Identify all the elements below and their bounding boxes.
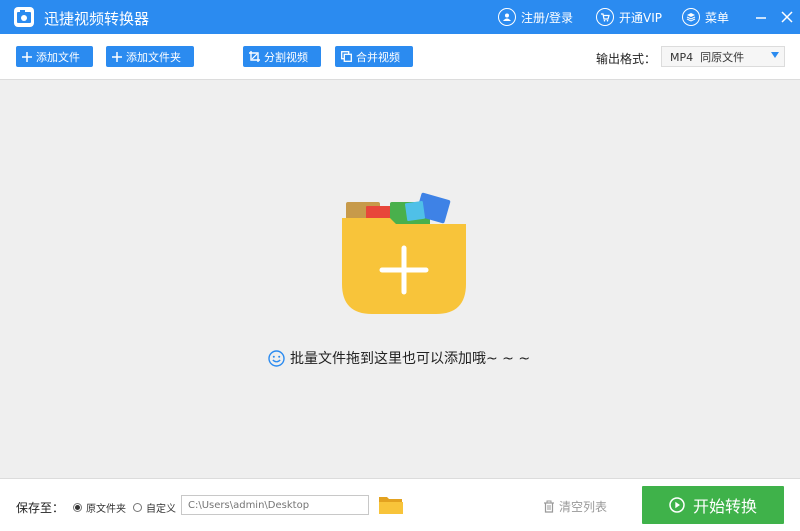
merge-video-button[interactable]: 合并视频 [335,46,413,67]
browse-folder-icon[interactable] [378,494,404,516]
output-format-value: MP4 同原文件 [670,50,745,64]
toolbar: 添加文件 添加文件夹 分割视频 合并视频 输出格式： MP4 同原文件 [0,34,800,80]
plus-icon [112,51,122,62]
save-path-input[interactable] [181,495,369,515]
radio-original-folder[interactable]: 原文件夹 [73,500,126,515]
radio-custom-label: 自定义 [146,504,176,515]
vip-label: 开通VIP [619,10,662,25]
smile-icon [268,349,285,367]
vip-button[interactable]: 开通VIP [596,6,662,28]
output-format-select[interactable]: MP4 同原文件 [661,46,785,67]
register-login-label: 注册/登录 [521,10,574,25]
merge-video-label: 合并视频 [356,50,400,64]
add-file-label: 添加文件 [36,50,80,64]
app-title: 迅捷视频转换器 [44,10,150,28]
drop-hint: 批量文件拖到这里也可以添加哦~ ~ ~ [268,348,530,368]
add-folder-label: 添加文件夹 [126,50,181,64]
radio-unselected-icon [133,503,142,512]
add-file-button[interactable]: 添加文件 [16,46,93,67]
output-format-label: 输出格式： [596,52,657,66]
menu-label: 菜单 [705,10,730,25]
cart-icon [596,8,614,26]
plus-icon [22,51,32,62]
radio-selected-icon [73,503,82,512]
bottom-bar: 保存至： 原文件夹 自定义 清空列表 开始转换 [0,478,800,531]
app-logo-icon [14,7,34,27]
title-bar: 迅捷视频转换器 注册/登录 开通VIP 菜单 [0,0,800,34]
clear-list-label: 清空列表 [559,500,608,514]
split-video-button[interactable]: 分割视频 [243,46,321,67]
close-icon [781,11,793,23]
user-icon [498,8,516,26]
close-button[interactable] [776,6,798,28]
save-to-label: 保存至： [16,501,65,515]
drop-hint-text: 批量文件拖到这里也可以添加哦~ ~ ~ [290,351,531,367]
merge-icon [341,51,352,62]
split-video-label: 分割视频 [264,50,308,64]
start-convert-button[interactable]: 开始转换 [642,486,784,524]
add-folder-button[interactable]: 添加文件夹 [106,46,194,67]
radio-original-label: 原文件夹 [86,504,126,515]
layers-icon [682,8,700,26]
menu-button[interactable]: 菜单 [682,6,729,28]
radio-custom[interactable]: 自定义 [133,500,176,515]
register-login-button[interactable]: 注册/登录 [498,6,573,28]
play-icon [669,497,685,513]
minimize-button[interactable] [750,6,772,28]
add-folder-icon[interactable] [340,188,468,316]
crop-icon [249,51,260,62]
start-convert-label: 开始转换 [692,497,757,516]
dropdown-arrow-icon [771,52,779,58]
trash-icon [544,500,554,513]
file-drop-area[interactable]: 批量文件拖到这里也可以添加哦~ ~ ~ [0,80,800,478]
minimize-icon [756,17,766,19]
clear-list-button[interactable]: 清空列表 [543,498,607,515]
